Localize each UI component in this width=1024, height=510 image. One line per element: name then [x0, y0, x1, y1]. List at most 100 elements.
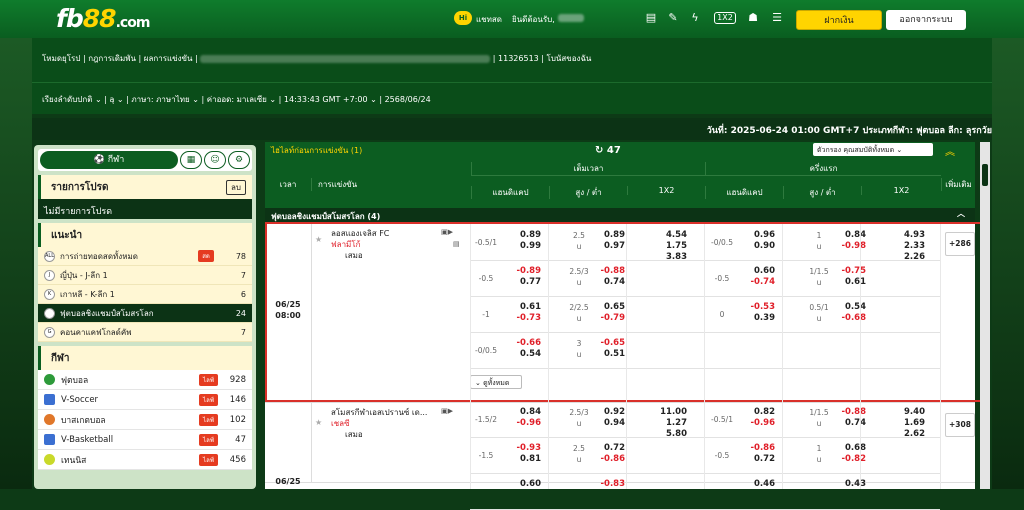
- sports-tab[interactable]: ⚽ กีฬา: [40, 151, 178, 169]
- odds-over[interactable]: 0.89: [595, 230, 625, 241]
- odds-select[interactable]: ค่าออด: มาเลเซีย: [207, 95, 267, 104]
- odds-home-ht[interactable]: 0.46: [741, 479, 775, 490]
- odds-home[interactable]: -0.66: [505, 338, 542, 349]
- odds-under[interactable]: -0.79: [595, 313, 626, 324]
- odds-under[interactable]: 0.97: [595, 241, 625, 252]
- odds-2[interactable]: 5.80: [651, 429, 687, 440]
- profile-icon[interactable]: ☺: [204, 151, 226, 169]
- odds-x-ht[interactable]: 2.33: [889, 241, 925, 252]
- rec-item[interactable]: K เกาหลี - K-ลีก 16: [38, 285, 252, 304]
- odds-away[interactable]: 0.99: [505, 241, 541, 252]
- odds-home-ht[interactable]: 0.82: [741, 407, 775, 418]
- settings-icon[interactable]: ⚙: [228, 151, 250, 169]
- odds-1-ht[interactable]: 9.40: [889, 407, 925, 418]
- favorite-star-icon[interactable]: ★: [315, 417, 322, 428]
- live-tv-icon[interactable]: ▤: [453, 240, 460, 248]
- odds-away-ht[interactable]: 0.72: [741, 454, 775, 465]
- odds-1-ht[interactable]: 4.93: [889, 230, 925, 241]
- filter-select[interactable]: ตัวกรอง คุณสมบัติทั้งหมด ⌄: [813, 143, 933, 156]
- odds-over[interactable]: 0.72: [595, 443, 625, 454]
- odds-1[interactable]: 4.54: [651, 230, 687, 241]
- odds-over[interactable]: -0.88: [595, 266, 626, 277]
- odds-away-ht[interactable]: 0.39: [741, 313, 775, 324]
- odds-under[interactable]: 0.94: [595, 418, 625, 429]
- odds-under[interactable]: 0.74: [595, 277, 625, 288]
- odds-away-ht[interactable]: 0.90: [741, 241, 775, 252]
- odds-over[interactable]: -0.65: [595, 338, 626, 349]
- sort-select[interactable]: เรียงลำดับปกติ: [42, 95, 92, 104]
- odds-away-ht[interactable]: -0.96: [741, 418, 776, 429]
- odds-2[interactable]: 3.83: [651, 252, 687, 263]
- rec-item-selected[interactable]: W ฟุตบอลชิงแชมป์สโมสรโลก 24: [38, 304, 252, 323]
- rec-item[interactable]: ALL การถ่ายทอดสดทั้งหมด สด 78: [38, 247, 252, 266]
- favorites-delete-button[interactable]: ลบ: [226, 179, 246, 195]
- logout-button[interactable]: ออกจากระบบ: [886, 10, 966, 30]
- odds-away[interactable]: 0.54: [505, 349, 541, 360]
- odds-home[interactable]: -0.93: [505, 443, 542, 454]
- parlay-icon[interactable]: ✎: [666, 11, 680, 25]
- odds-over[interactable]: 0.65: [595, 302, 625, 313]
- nav-rules[interactable]: กฎการเดิมพัน: [88, 54, 136, 63]
- odds-1[interactable]: 11.00: [651, 407, 687, 418]
- odds-x-ht[interactable]: 1.69: [889, 418, 925, 429]
- chat-icon[interactable]: Hi: [454, 11, 472, 25]
- sport-item-tennis[interactable]: เทนนิส ไลฟ์ 456: [38, 450, 252, 470]
- scrollbar[interactable]: [980, 142, 990, 489]
- language-select[interactable]: ภาษา: ภาษาไทย: [131, 95, 189, 104]
- sport-item-vbasketball[interactable]: V-Basketball ไลฟ์ 47: [38, 430, 252, 450]
- checklist-icon[interactable]: ☰: [770, 11, 784, 25]
- odds-under[interactable]: 0.51: [595, 349, 625, 360]
- nav-europe-mode[interactable]: โหมดยุโรป: [42, 54, 80, 63]
- odds-away[interactable]: 0.77: [505, 277, 541, 288]
- odds-home-ht[interactable]: 0.96: [741, 230, 775, 241]
- logo[interactable]: fb88.com: [56, 4, 150, 33]
- rec-item[interactable]: G คอนคาแคฟโกลด์คัพ 7: [38, 323, 252, 342]
- odds-home[interactable]: 0.60: [505, 479, 541, 490]
- odds-away[interactable]: -0.73: [505, 313, 542, 324]
- nav-results[interactable]: ผลการแข่งขัน: [144, 54, 193, 63]
- region-select[interactable]: ą: [109, 95, 114, 104]
- deposit-button[interactable]: ฝากเงิน: [796, 10, 882, 30]
- odds-home[interactable]: 0.89: [505, 230, 541, 241]
- col-time: เวลา: [279, 180, 297, 189]
- nav-my-bonus[interactable]: โบนัสของฉัน: [547, 54, 592, 63]
- sport-item-football[interactable]: ฟุตบอล ไลฟ์ 928: [38, 370, 252, 390]
- calendar-icon[interactable]: ▦: [180, 151, 202, 169]
- odds-over[interactable]: -0.83: [595, 479, 626, 490]
- chat-link[interactable]: แชทสด: [476, 13, 502, 26]
- odds-over[interactable]: 0.92: [595, 407, 625, 418]
- odds-under[interactable]: -0.86: [595, 454, 626, 465]
- odds-x[interactable]: 1.27: [651, 418, 687, 429]
- odds-away-ht[interactable]: -0.74: [741, 277, 776, 288]
- quick-bet-icon[interactable]: ϟ: [688, 11, 702, 25]
- odds-x[interactable]: 1.75: [651, 241, 687, 252]
- stats-icon[interactable]: ▣▶: [441, 228, 453, 236]
- chevron-up-icon[interactable]: ︿: [957, 208, 965, 219]
- odds-home-ht[interactable]: -0.86: [741, 443, 776, 454]
- expand-button[interactable]: ⌄ ดูทั้งหมด: [470, 375, 522, 389]
- odds-home[interactable]: 0.61: [505, 302, 541, 313]
- odds-icon[interactable]: 1X2: [714, 12, 736, 24]
- odds-home[interactable]: 0.84: [505, 407, 541, 418]
- odds-home-ht[interactable]: -0.53: [741, 302, 776, 313]
- statement-icon[interactable]: ▤: [644, 11, 658, 25]
- refresh-icon[interactable]: ↻: [595, 145, 603, 156]
- stats-icon[interactable]: ▣▶: [441, 407, 453, 415]
- user-icon[interactable]: ☗: [746, 11, 760, 25]
- upcoming-title[interactable]: ไฮไลท์ก่อนการแข่งขัน (1): [271, 144, 362, 157]
- column-divider: [704, 224, 705, 489]
- more-markets-button[interactable]: +308: [945, 413, 975, 437]
- odds-home[interactable]: -0.89: [505, 266, 542, 277]
- sport-item-basketball[interactable]: บาสเกตบอล ไลฟ์ 102: [38, 410, 252, 430]
- collapse-up-icon[interactable]: ︽: [945, 143, 955, 158]
- odds-2-ht[interactable]: 2.26: [889, 252, 925, 263]
- rec-item[interactable]: J ญี่ปุ่น - J-ลีก 17: [38, 266, 252, 285]
- sport-item-vsoccer[interactable]: V-Soccer ไลฟ์ 146: [38, 390, 252, 410]
- odds-home-ht[interactable]: 0.60: [741, 266, 775, 277]
- odds-away[interactable]: -0.96: [505, 418, 542, 429]
- odds-2-ht[interactable]: 2.62: [889, 429, 925, 440]
- odds-away[interactable]: 0.81: [505, 454, 541, 465]
- more-markets-button[interactable]: +286: [945, 232, 975, 256]
- favorite-star-icon[interactable]: ★: [315, 234, 322, 245]
- league-header[interactable]: ฟุตบอลชิงแชมป์สโมสรโลก (4) ︿: [265, 208, 975, 222]
